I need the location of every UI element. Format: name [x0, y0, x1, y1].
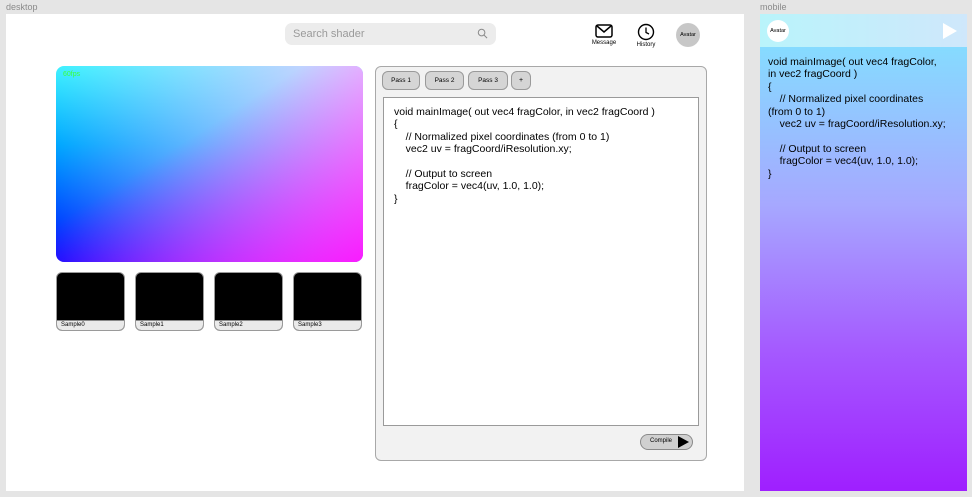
envelope-icon [595, 24, 613, 38]
sample-thumbnail[interactable]: Sample1 [135, 272, 204, 331]
desktop-frame-label: desktop [6, 2, 38, 12]
avatar-label: Avatar [770, 28, 786, 34]
mobile-code-view[interactable]: void mainImage( out vec4 fragColor, in v… [768, 56, 963, 180]
play-icon [678, 436, 689, 448]
sample-label: Sample2 [215, 320, 282, 330]
add-pass-button[interactable]: + [511, 71, 531, 90]
avatar[interactable]: Avatar [767, 20, 789, 42]
avatar-label: Avatar [680, 32, 696, 38]
mobile-frame: Avatar void mainImage( out vec4 fragColo… [760, 14, 967, 491]
search-input[interactable] [293, 27, 473, 41]
message-button[interactable]: Message [584, 23, 624, 53]
play-icon[interactable] [942, 22, 958, 40]
sample-label: Sample1 [136, 320, 203, 330]
history-button[interactable]: History [626, 23, 666, 53]
preview-gradient [56, 66, 363, 262]
fps-counter: 60fps [63, 71, 81, 78]
editor-panel: Pass 1 Pass 2 Pass 3 + void mainImage( o… [375, 66, 707, 461]
tab-pass-2[interactable]: Pass 2 [425, 71, 464, 90]
sample-thumbnail[interactable]: Sample3 [293, 272, 362, 331]
code-editor[interactable]: void mainImage( out vec4 fragColor, in v… [383, 97, 699, 426]
compile-button[interactable]: Compile [640, 434, 693, 450]
mobile-frame-label: mobile [760, 2, 787, 12]
history-label: History [636, 42, 656, 48]
avatar[interactable]: Avatar [676, 23, 700, 47]
sample-label: Sample0 [57, 320, 124, 330]
tab-pass-3[interactable]: Pass 3 [468, 71, 508, 90]
desktop-frame: Message History Avatar 60fps Sample0 Sam… [6, 14, 744, 491]
sample-label: Sample3 [294, 320, 361, 330]
sample-thumbnail[interactable]: Sample2 [214, 272, 283, 331]
shader-preview-canvas[interactable]: 60fps [56, 66, 363, 262]
tab-pass-1[interactable]: Pass 1 [382, 71, 420, 90]
compile-label: Compile [650, 438, 673, 444]
message-label: Message [591, 40, 617, 46]
sample-thumbnail[interactable]: Sample0 [56, 272, 125, 331]
search-icon[interactable] [477, 28, 488, 39]
mobile-topbar: Avatar [760, 14, 967, 47]
clock-icon [637, 23, 655, 41]
search-bar[interactable] [285, 23, 496, 45]
